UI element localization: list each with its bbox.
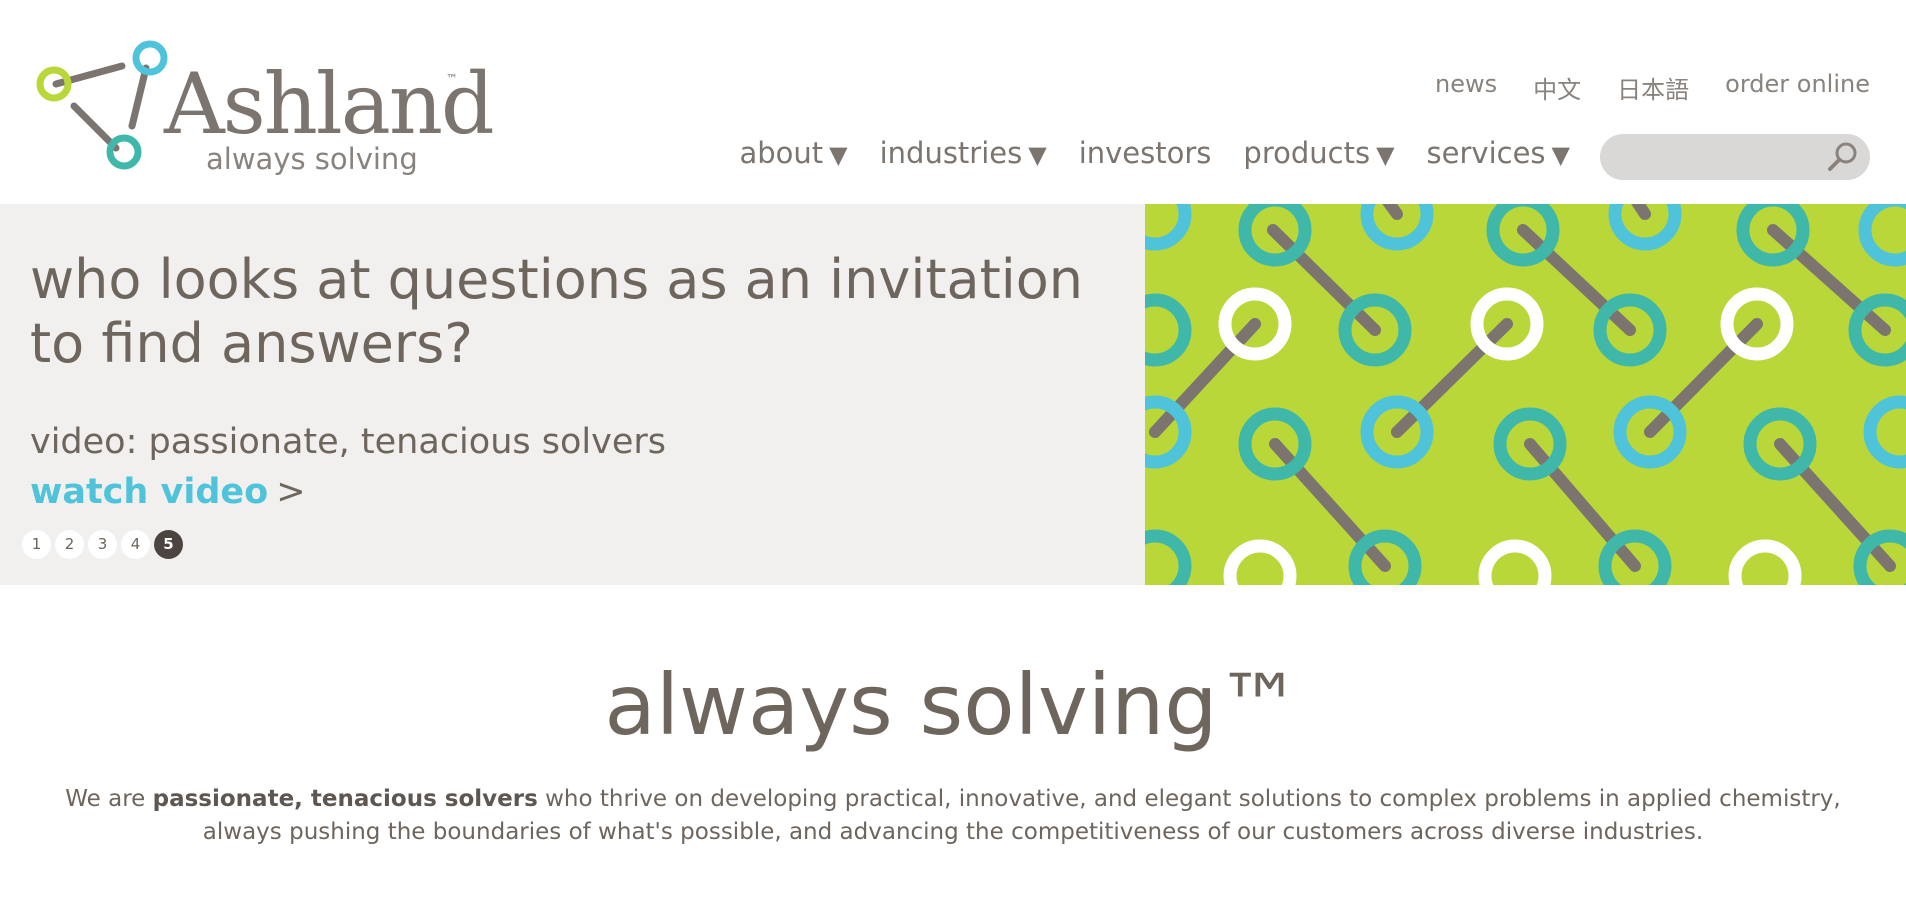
nav-label: products	[1243, 136, 1371, 170]
pattern-stick	[1382, 204, 1403, 220]
slide-dot-2[interactable]: 2	[55, 530, 84, 559]
logo-tagline: always solving	[206, 142, 418, 176]
hero-headline: who looks at questions as an invitation …	[30, 248, 1084, 375]
caret-down-icon: ▼	[1376, 141, 1395, 169]
pattern-ring	[1728, 539, 1802, 585]
site-header: Ashland ™ always solving news 中文 日本語 ord…	[0, 0, 1906, 204]
molecule-pattern-graphic	[1145, 204, 1906, 585]
utility-nav: news 中文 日本語 order online	[1435, 70, 1870, 105]
caret-down-icon: ▼	[829, 141, 848, 169]
intro-body-bold: passionate, tenacious solvers	[152, 786, 538, 812]
molecule-logo-icon	[36, 40, 168, 170]
hero-pattern-image	[1145, 204, 1906, 585]
caret-down-icon: ▼	[1551, 141, 1570, 169]
pattern-ring	[1145, 293, 1192, 367]
hero-subhead: video: passionate, tenacious solvers	[30, 422, 666, 462]
pattern-ring	[1478, 539, 1552, 585]
logo-trademark: ™	[446, 72, 458, 86]
watch-video-label: watch video	[30, 472, 269, 512]
intro-body: We are passionate, tenacious solvers who…	[28, 783, 1878, 849]
pattern-ring	[1145, 529, 1192, 585]
intro-body-prefix: We are	[65, 786, 153, 812]
caret-down-icon: ▼	[1028, 141, 1047, 169]
slide-dot-1[interactable]: 1	[22, 530, 51, 559]
slide-dot-5[interactable]: 5	[154, 530, 183, 559]
search-box	[1600, 134, 1870, 180]
intro-section: always solving™ We are passionate, tenac…	[0, 655, 1906, 849]
pattern-ring	[1863, 395, 1906, 469]
util-link-order-online[interactable]: order online	[1725, 70, 1870, 105]
nav-item-industries[interactable]: industries ▼	[880, 136, 1047, 170]
util-link-chinese[interactable]: 中文	[1533, 70, 1581, 105]
hero-text-panel: who looks at questions as an invitation …	[0, 204, 1145, 585]
slide-dot-4[interactable]: 4	[121, 530, 150, 559]
nav-item-about[interactable]: about ▼	[739, 136, 847, 170]
nav-label: about	[739, 136, 824, 170]
hero-carousel: who looks at questions as an invitation …	[0, 204, 1906, 585]
pattern-ring	[1858, 204, 1906, 267]
main-nav: about ▼ industries ▼ investors products ▼ s…	[739, 136, 1570, 170]
intro-title: always solving™	[604, 656, 1302, 754]
pattern-stick	[1644, 318, 1763, 438]
nav-label: investors	[1078, 136, 1212, 170]
pattern-stick	[1391, 318, 1513, 438]
nav-item-products[interactable]: products ▼	[1243, 136, 1394, 170]
nav-item-services[interactable]: services ▼	[1427, 136, 1570, 170]
nav-label: industries	[879, 136, 1023, 170]
search-icon[interactable]	[1826, 140, 1860, 174]
pattern-ring	[1223, 539, 1297, 585]
pattern-stick	[1631, 204, 1651, 220]
pattern-ring	[1145, 204, 1192, 251]
chevron-right-icon: >	[276, 472, 306, 512]
pattern-stick	[1149, 318, 1261, 438]
logo-wordmark: Ashland	[164, 55, 495, 153]
util-link-news[interactable]: news	[1435, 70, 1497, 105]
util-link-japanese[interactable]: 日本語	[1617, 70, 1689, 105]
slide-dot-3[interactable]: 3	[88, 530, 117, 559]
ashland-logo[interactable]: Ashland ™ always solving	[34, 38, 495, 178]
search-input[interactable]	[1618, 140, 1822, 176]
slide-pager: 1 2 3 4 5	[22, 530, 183, 559]
nav-label: services	[1426, 136, 1546, 170]
nav-item-investors[interactable]: investors	[1079, 136, 1212, 170]
watch-video-link[interactable]: watch video >	[30, 472, 306, 512]
